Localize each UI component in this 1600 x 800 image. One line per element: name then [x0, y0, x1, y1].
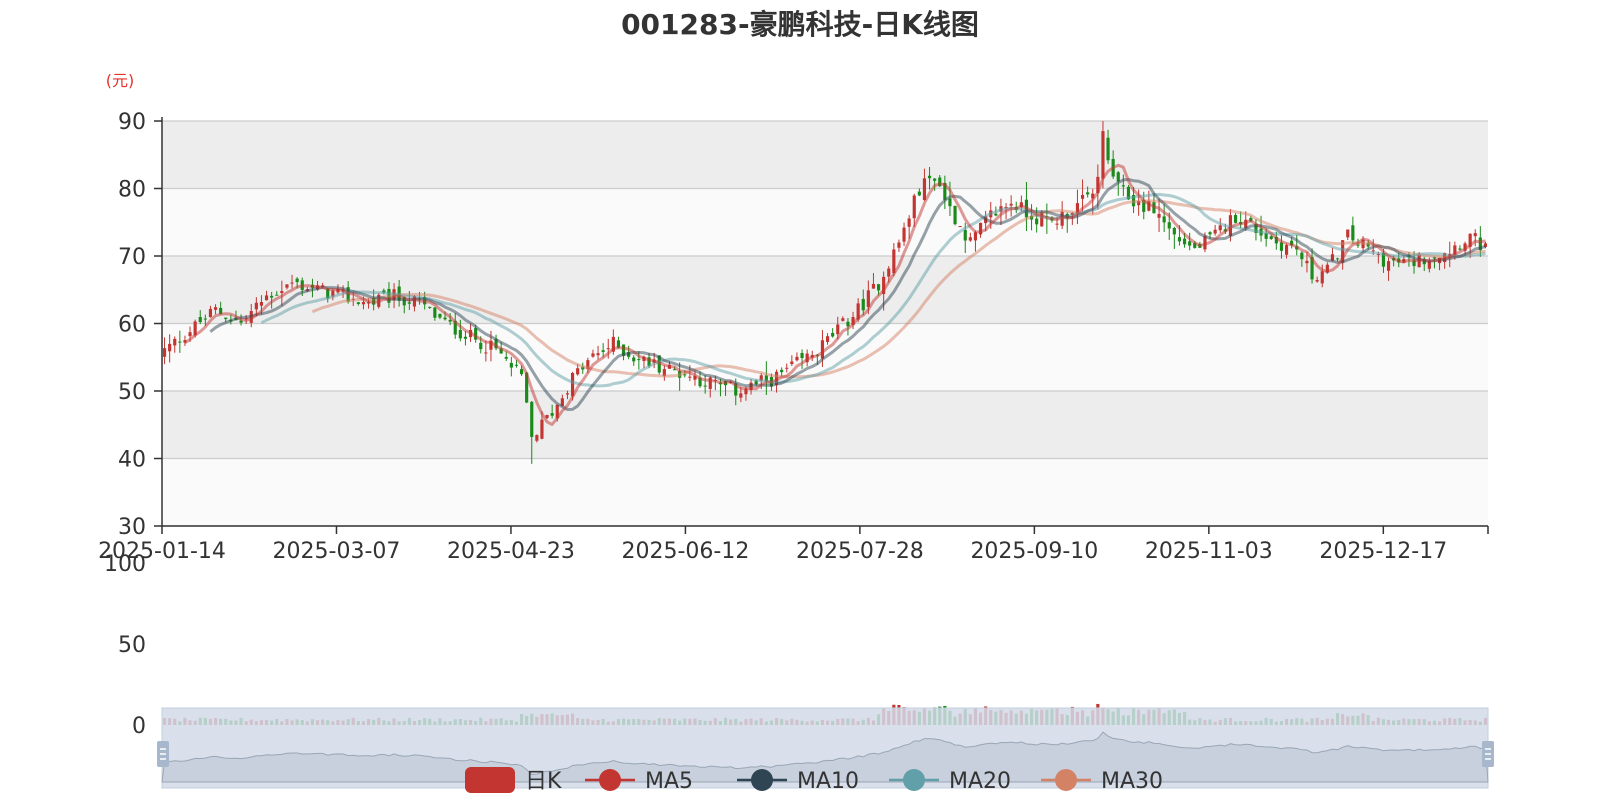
x-tick-label: 2025-06-12	[621, 539, 749, 564]
y-tick-label: 90	[118, 110, 146, 135]
legend-dot-icon	[599, 769, 621, 791]
x-tick-label: 2025-04-23	[447, 539, 575, 564]
plot-band	[162, 121, 1488, 189]
plot-band	[162, 188, 1488, 256]
candle	[953, 205, 957, 226]
legend-label: MA10	[797, 769, 859, 794]
y-tick-label: 40	[118, 448, 146, 473]
y-tick-label: 50	[118, 380, 146, 405]
x-tick-label: 2025-11-03	[1145, 539, 1273, 564]
x-tick-label: 2025-09-10	[970, 539, 1098, 564]
legend-item[interactable]: MA30	[1041, 769, 1163, 794]
slider-right-handle[interactable]	[1482, 741, 1494, 767]
slider-left-handle[interactable]	[157, 741, 169, 767]
plot-band	[162, 391, 1488, 459]
x-tick-label: 2025-07-28	[796, 539, 924, 564]
volume-y-axis: 0 50 100	[104, 552, 146, 739]
legend-item[interactable]: 日K	[465, 767, 562, 794]
volume-tick-label: 100	[104, 552, 146, 577]
legend-label: MA30	[1101, 769, 1163, 794]
chart-title: 001283-豪鹏科技-日K线图	[621, 8, 979, 41]
legend-item[interactable]: MA20	[889, 769, 1011, 794]
legend-label: 日K	[525, 769, 562, 794]
kline-chart: 001283-豪鹏科技-日K线图 (元) 30 40 50 60 70 80 90 2025…	[98, 8, 1494, 794]
x-tick-label: 2025-03-07	[273, 539, 401, 564]
plot-band	[162, 256, 1488, 324]
y-tick-label: 30	[118, 515, 146, 540]
y-tick-label: 70	[118, 245, 146, 270]
legend-label: MA20	[949, 769, 1011, 794]
legend-dot-icon	[903, 769, 925, 791]
plot-band	[162, 458, 1488, 526]
volume-tick-label: 50	[118, 633, 146, 658]
legend-candle-icon	[465, 767, 515, 793]
price-y-axis: 30 40 50 60 70 80 90	[118, 110, 163, 540]
volume-tick-label: 0	[132, 714, 146, 739]
legend-dot-icon	[751, 769, 773, 791]
legend-label: MA5	[645, 769, 693, 794]
y-tick-label: 60	[118, 313, 146, 338]
x-tick-label: 2025-12-17	[1319, 539, 1447, 564]
legend-dot-icon	[1055, 769, 1077, 791]
y-tick-label: 80	[118, 178, 146, 203]
date-x-axis: 2025-01-14 2025-03-07 2025-04-23 2025-06-12…	[98, 525, 1489, 564]
candle	[958, 226, 962, 228]
y-axis-unit-label: (元)	[106, 71, 135, 90]
legend-item[interactable]: MA10	[737, 769, 859, 794]
